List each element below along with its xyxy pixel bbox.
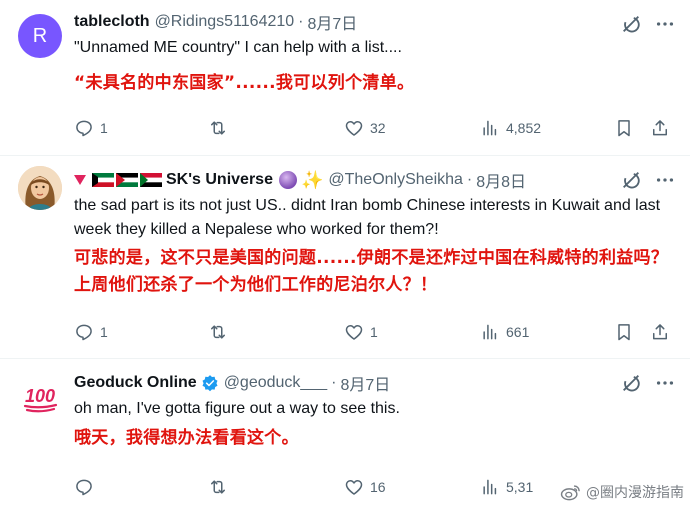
- user-handle[interactable]: @Ridings51164210: [155, 13, 295, 31]
- tweet-translation: 可悲的是，这不只是美国的问题......伊朗不是还炸过中国在科威特的利益吗？上周…: [74, 248, 669, 295]
- reply-button[interactable]: [74, 473, 100, 501]
- tweet-1[interactable]: R tablecloth @Ridings51164210 · 8月7日 "Un…: [0, 0, 690, 155]
- views-icon: [483, 324, 497, 340]
- avatar[interactable]: R: [18, 14, 62, 58]
- share-icon: [653, 324, 667, 340]
- views-button[interactable]: 661: [480, 318, 529, 346]
- tweet-text: oh man, I've gotta figure out a way to s…: [74, 400, 400, 417]
- reply-icon: [76, 479, 92, 496]
- views-count: 661: [506, 324, 530, 340]
- more-options-icon[interactable]: [654, 169, 676, 191]
- tweet-translation: “未具名的中东国家”......我可以列个清单。: [74, 73, 415, 93]
- heart-icon: [345, 325, 363, 340]
- user-handle[interactable]: @TheOnlySheikha: [328, 171, 463, 189]
- like-count: 16: [370, 479, 386, 495]
- display-name[interactable]: SK's Universe: [166, 171, 273, 189]
- grok-icon[interactable]: [620, 169, 642, 191]
- sparkles-icon: ✨: [300, 169, 324, 190]
- reply-icon: [76, 120, 92, 137]
- grok-icon[interactable]: [620, 372, 642, 394]
- tweet-actions: 1 32 4,852: [0, 114, 690, 142]
- tweet-header: Geoduck Online @geoduck___ · 8月7日: [74, 372, 610, 394]
- views-icon: [483, 479, 497, 495]
- user-handle[interactable]: @geoduck___: [224, 374, 327, 392]
- tweet-text: the sad part is its not just US.. didnt …: [74, 197, 661, 238]
- separator-dot: ·: [331, 374, 337, 391]
- avatar[interactable]: [18, 166, 62, 210]
- share-button[interactable]: [650, 114, 670, 142]
- bookmark-icon: [618, 324, 630, 341]
- heart-icon: [345, 480, 363, 495]
- weibo-logo-icon: [560, 485, 580, 501]
- tweet-actions: 1 1 661: [0, 318, 690, 346]
- retweet-button[interactable]: [208, 318, 234, 346]
- tweet-translation: 哦天，我得想办法看看这个。: [74, 428, 299, 448]
- retweet-icon: [211, 121, 225, 135]
- retweet-button[interactable]: [208, 114, 234, 142]
- like-count: 1: [370, 324, 378, 340]
- hundred-points-icon: 100: [18, 373, 62, 417]
- share-icon: [653, 120, 667, 136]
- tweet-header: tablecloth @Ridings51164210 · 8月7日: [74, 11, 610, 33]
- reply-count: 1: [100, 120, 108, 136]
- avatar-image: [18, 166, 62, 210]
- tweet-date[interactable]: 8月7日: [340, 371, 390, 395]
- palestine-flag-icon: [116, 173, 138, 187]
- like-button[interactable]: 16: [344, 473, 386, 501]
- bookmark-button[interactable]: [614, 318, 634, 346]
- bookmark-button[interactable]: [614, 114, 634, 142]
- tweet-text: "Unnamed ME country" I can help with a l…: [74, 39, 402, 56]
- display-name[interactable]: tablecloth: [74, 13, 150, 31]
- like-button[interactable]: 1: [344, 318, 378, 346]
- reply-count: 1: [100, 324, 108, 340]
- views-button[interactable]: 4,852: [480, 114, 541, 142]
- retweet-button[interactable]: [208, 473, 234, 501]
- views-icon: [483, 120, 497, 136]
- watermark-text: @圈内漫游指南: [586, 485, 684, 501]
- red-triangle-icon: [74, 175, 86, 185]
- separator-dot: ·: [466, 171, 473, 188]
- reply-button[interactable]: 1: [74, 114, 108, 142]
- tweet-date[interactable]: 8月7日: [308, 10, 358, 34]
- avatar-letter: R: [32, 24, 48, 47]
- heart-icon: [345, 121, 363, 136]
- views-count: 4,852: [506, 120, 542, 136]
- verified-badge-icon: [202, 375, 218, 392]
- views-count: 5,31: [506, 479, 534, 495]
- share-button[interactable]: [650, 318, 670, 346]
- reply-icon: [76, 324, 92, 341]
- separator-dot: ·: [298, 13, 304, 30]
- views-button[interactable]: 5,31: [480, 473, 533, 501]
- more-options-icon[interactable]: [654, 372, 676, 394]
- display-name[interactable]: Geoduck Online: [74, 374, 197, 392]
- sudan-flag-icon: [140, 173, 162, 187]
- tweet-date[interactable]: 8月8日: [476, 168, 526, 192]
- svg-text:100: 100: [25, 386, 55, 406]
- retweet-icon: [211, 480, 225, 494]
- reply-button[interactable]: 1: [74, 318, 108, 346]
- grok-icon[interactable]: [620, 13, 642, 35]
- watermark: @圈内漫游指南: [560, 480, 684, 504]
- avatar[interactable]: 100: [18, 373, 62, 417]
- retweet-icon: [211, 325, 225, 339]
- like-count: 32: [370, 120, 386, 136]
- bookmark-icon: [618, 120, 630, 137]
- like-button[interactable]: 32: [344, 114, 386, 142]
- more-options-icon[interactable]: [654, 13, 676, 35]
- tweet-2[interactable]: SK's Universe ✨ @TheOnlySheikha · 8月8日 t…: [0, 156, 690, 358]
- crystal-ball-icon: [278, 171, 297, 189]
- tweet-header: SK's Universe ✨ @TheOnlySheikha · 8月8日: [74, 169, 610, 191]
- kuwait-flag-icon: [92, 173, 114, 187]
